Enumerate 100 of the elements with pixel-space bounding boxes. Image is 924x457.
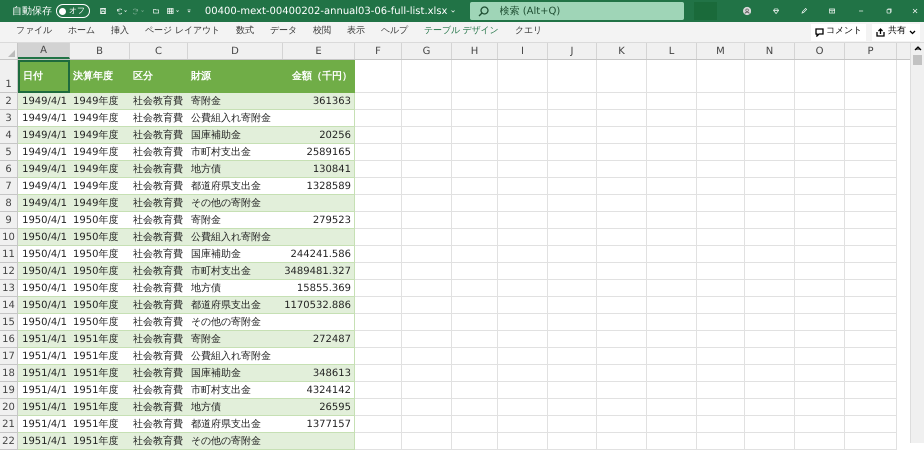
empty-cell[interactable] <box>498 110 548 127</box>
empty-cell[interactable] <box>697 382 745 399</box>
row-header[interactable]: 12 <box>0 263 18 280</box>
empty-cell[interactable] <box>745 60 795 93</box>
comment-icon[interactable] <box>815 28 824 36</box>
empty-cell[interactable] <box>795 195 845 212</box>
empty-cell[interactable] <box>647 399 697 416</box>
ribbon-tab[interactable]: ファイル <box>8 23 60 41</box>
row-header[interactable]: 5 <box>0 144 18 161</box>
empty-cell[interactable] <box>452 365 498 382</box>
empty-cell[interactable] <box>745 416 795 433</box>
empty-cell[interactable] <box>402 331 452 348</box>
empty-cell[interactable] <box>452 399 498 416</box>
empty-cell[interactable] <box>402 399 452 416</box>
empty-cell[interactable] <box>597 365 647 382</box>
empty-cell[interactable] <box>795 331 845 348</box>
empty-cell[interactable] <box>795 416 845 433</box>
empty-cell[interactable] <box>452 348 498 365</box>
empty-cell[interactable] <box>845 229 897 246</box>
row-header[interactable]: 20 <box>0 399 18 416</box>
empty-cell[interactable] <box>452 212 498 229</box>
empty-cell[interactable] <box>795 314 845 331</box>
empty-cell[interactable] <box>697 297 745 314</box>
vertical-scrollbar[interactable] <box>910 43 924 443</box>
empty-cell[interactable] <box>452 314 498 331</box>
empty-cell[interactable] <box>745 280 795 297</box>
empty-cell[interactable] <box>795 212 845 229</box>
row-header[interactable]: 7 <box>0 178 18 195</box>
empty-cell[interactable] <box>795 144 845 161</box>
empty-cell[interactable] <box>498 178 548 195</box>
empty-cell[interactable] <box>597 178 647 195</box>
empty-cell[interactable] <box>795 433 845 450</box>
row-header[interactable]: 18 <box>0 365 18 382</box>
empty-cell[interactable] <box>845 382 897 399</box>
empty-cell[interactable] <box>845 212 897 229</box>
search-icon[interactable] <box>478 6 489 17</box>
empty-cell[interactable] <box>452 178 498 195</box>
empty-cell[interactable] <box>597 399 647 416</box>
empty-cell[interactable] <box>697 399 745 416</box>
empty-cell[interactable] <box>795 365 845 382</box>
empty-cell[interactable] <box>845 178 897 195</box>
empty-cell[interactable] <box>647 331 697 348</box>
empty-cell[interactable] <box>597 144 647 161</box>
empty-cell[interactable] <box>697 348 745 365</box>
comment-button[interactable]: コメント <box>811 24 866 40</box>
empty-cell[interactable] <box>745 314 795 331</box>
empty-cell[interactable] <box>402 178 452 195</box>
empty-cell[interactable] <box>548 382 597 399</box>
scrollbar-thumb[interactable] <box>913 55 922 65</box>
column-header[interactable]: O <box>795 43 845 59</box>
empty-cell[interactable] <box>697 178 745 195</box>
empty-cell[interactable] <box>597 93 647 110</box>
empty-cell[interactable] <box>597 60 647 93</box>
empty-cell[interactable] <box>498 331 548 348</box>
empty-cell[interactable] <box>402 382 452 399</box>
empty-cell[interactable] <box>548 314 597 331</box>
empty-cell[interactable] <box>597 246 647 263</box>
file-name[interactable]: 00400-mext-00400202-annual03-06-full-list.xlsx <box>204 4 448 18</box>
empty-cell[interactable] <box>498 297 548 314</box>
empty-cell[interactable] <box>845 60 897 93</box>
empty-cell[interactable] <box>452 60 498 93</box>
empty-cell[interactable] <box>498 127 548 144</box>
empty-cell[interactable] <box>498 416 548 433</box>
empty-cell[interactable] <box>548 433 597 450</box>
empty-cell[interactable] <box>498 93 548 110</box>
ribbon-tab[interactable]: 表示 <box>338 23 373 41</box>
empty-cell[interactable] <box>795 297 845 314</box>
empty-cell[interactable] <box>697 212 745 229</box>
empty-cell[interactable] <box>845 365 897 382</box>
empty-cell[interactable] <box>402 127 452 144</box>
column-header[interactable]: L <box>647 43 697 59</box>
empty-cell[interactable] <box>795 382 845 399</box>
empty-cell[interactable] <box>498 399 548 416</box>
empty-cell[interactable] <box>597 110 647 127</box>
autosave-toggle[interactable]: オフ <box>56 4 90 18</box>
empty-cell[interactable] <box>597 416 647 433</box>
empty-cell[interactable] <box>498 433 548 450</box>
empty-cell[interactable] <box>498 195 548 212</box>
empty-cell[interactable] <box>647 348 697 365</box>
empty-cell[interactable] <box>647 314 697 331</box>
empty-cell[interactable] <box>452 382 498 399</box>
empty-cell[interactable] <box>498 246 548 263</box>
empty-cell[interactable] <box>795 110 845 127</box>
column-header[interactable]: I <box>498 43 548 59</box>
row-header[interactable]: 15 <box>0 314 18 331</box>
row-header[interactable]: 16 <box>0 331 18 348</box>
empty-cell[interactable] <box>548 399 597 416</box>
empty-cell[interactable] <box>402 263 452 280</box>
empty-cell[interactable] <box>697 365 745 382</box>
empty-cell[interactable] <box>795 348 845 365</box>
column-header[interactable]: E <box>283 43 355 59</box>
empty-cell[interactable] <box>845 263 897 280</box>
empty-cell[interactable] <box>845 297 897 314</box>
empty-cell[interactable] <box>498 263 548 280</box>
ribbon-tab[interactable]: ヘルプ <box>372 23 416 41</box>
empty-cell[interactable] <box>697 416 745 433</box>
empty-cell[interactable] <box>548 416 597 433</box>
empty-cell[interactable] <box>845 416 897 433</box>
empty-cell[interactable] <box>845 195 897 212</box>
empty-cell[interactable] <box>697 314 745 331</box>
